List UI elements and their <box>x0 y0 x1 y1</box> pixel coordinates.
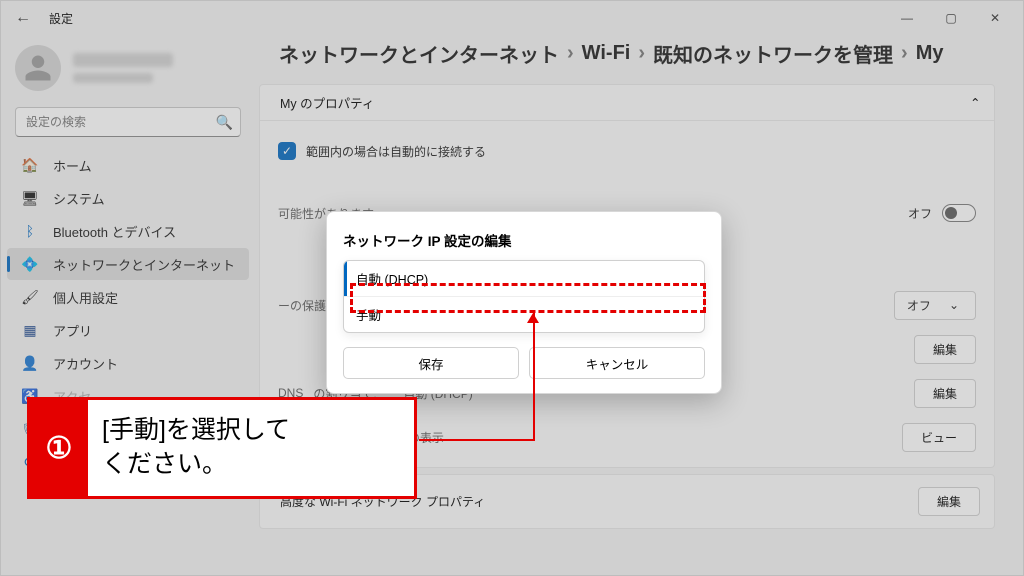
annotation-arrow-head <box>527 313 539 323</box>
save-button[interactable]: 保存 <box>343 347 519 379</box>
annotation-arrow <box>419 439 535 441</box>
annotation-callout: ① [手動]を選択して ください。 <box>27 397 417 499</box>
cancel-button[interactable]: キャンセル <box>529 347 705 379</box>
annotation-highlight <box>350 283 706 313</box>
annotation-arrow <box>533 313 535 441</box>
annotation-number-badge: ① <box>30 400 88 496</box>
dialog-title: ネットワーク IP 設定の編集 <box>343 230 705 250</box>
annotation-text: [手動]を選択して ください。 <box>88 414 290 482</box>
